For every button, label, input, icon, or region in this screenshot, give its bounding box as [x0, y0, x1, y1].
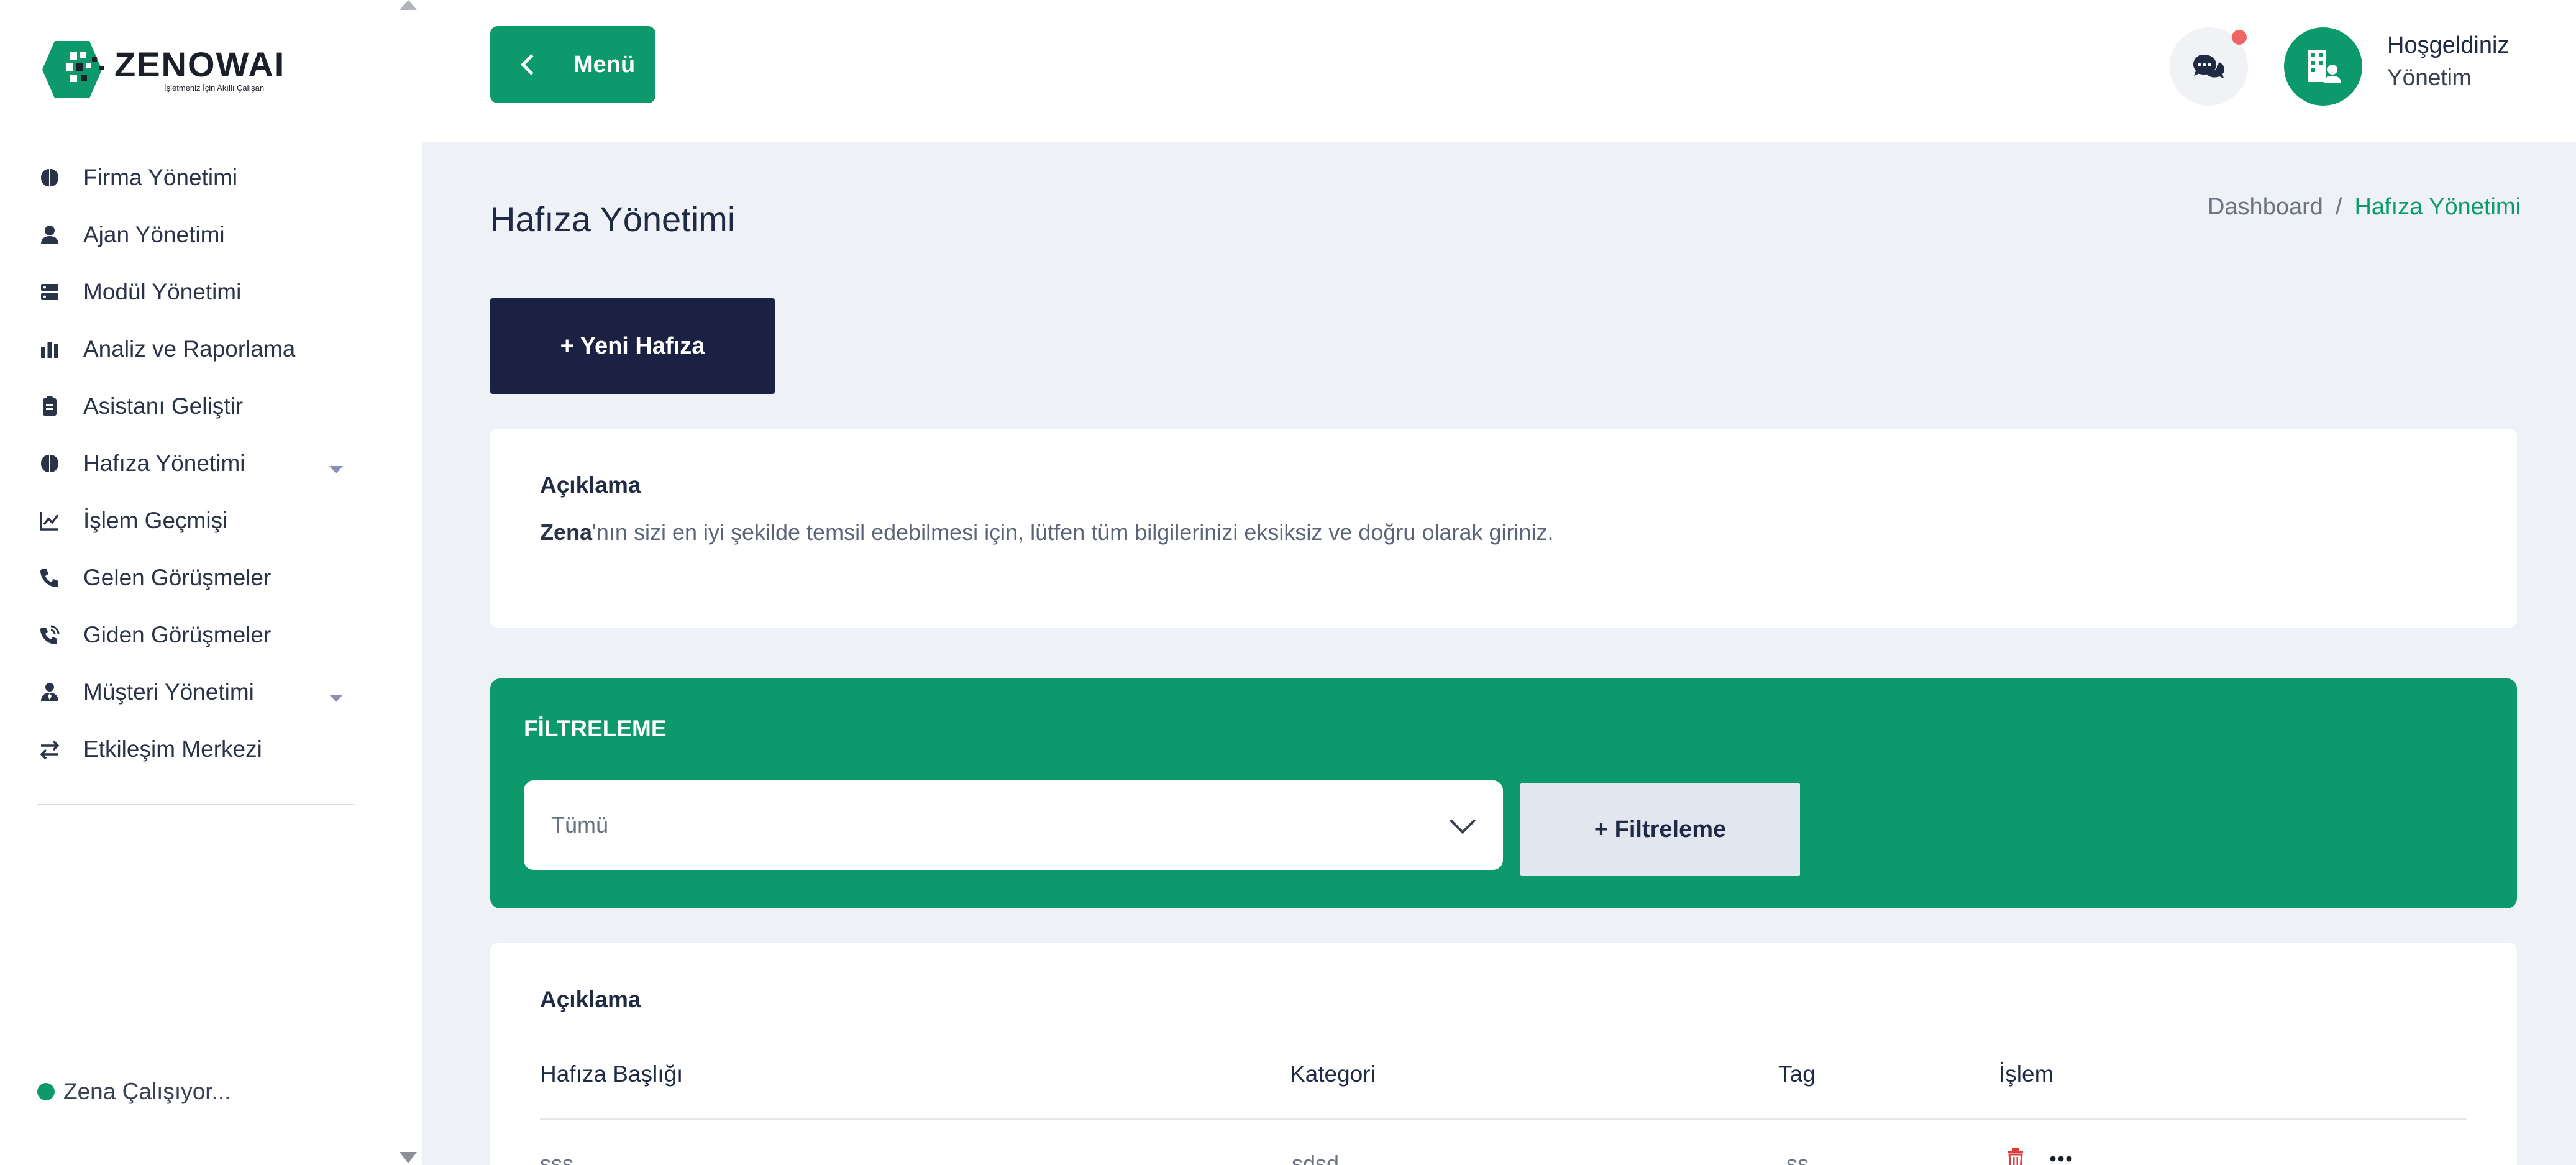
more-options-icon[interactable] — [2050, 1154, 2072, 1165]
filter-title: FİLTRELEME — [524, 716, 667, 741]
user-avatar[interactable] — [2284, 27, 2362, 106]
welcome-block: Hoşgeldiniz Yönetim — [2387, 30, 2509, 94]
user-tie-icon — [37, 680, 62, 705]
user-icon — [37, 222, 62, 247]
sidebar-item-label: Hafıza Yönetimi — [83, 450, 245, 476]
sidebar-item-ajan-yonetimi[interactable]: Ajan Yönetimi — [37, 206, 360, 263]
brand-tagline: İşletmeniz İçin Akıllı Çalışan — [164, 83, 265, 93]
cell-tag: ss — [1786, 1151, 1809, 1165]
column-header-category[interactable]: Kategori — [1290, 1061, 1376, 1087]
line-chart-icon — [37, 508, 62, 533]
sidebar-item-label: Müşteri Yönetimi — [83, 679, 254, 705]
clipboard-icon — [37, 394, 62, 419]
column-header-title[interactable]: Hafıza Başlığı — [540, 1061, 683, 1087]
sidebar-item-gelen-gorusmeler[interactable]: Gelen Görüşmeler — [37, 549, 360, 606]
sidebar-item-etkilesim-merkezi[interactable]: Etkileşim Merkezi — [37, 721, 360, 778]
menu-toggle-button[interactable]: Menü — [490, 26, 655, 103]
add-filter-button[interactable]: + Filtreleme — [1520, 783, 1800, 876]
brain-icon — [37, 165, 62, 190]
brand-name: ZENOWAI — [114, 44, 286, 84]
breadcrumb-current: Hafıza Yönetimi — [2354, 194, 2521, 220]
sidebar-item-asistani-gelistir[interactable]: Asistanı Geliştir — [37, 378, 360, 435]
server-icon — [37, 280, 62, 304]
sidebar-item-label: Ajan Yönetimi — [83, 222, 225, 247]
filter-select[interactable]: Tümü — [524, 780, 1503, 870]
description-highlight: Zena — [540, 519, 593, 545]
sidebar-item-label: İşlem Geçmişi — [83, 508, 228, 533]
sidebar-item-label: Gelen Görüşmeler — [83, 565, 272, 590]
sidebar-item-analiz-ve-raporlama[interactable]: Analiz ve Raporlama — [37, 321, 360, 378]
sidebar-item-islem-gecmisi[interactable]: İşlem Geçmişi — [37, 492, 360, 549]
phone-outgoing-icon — [37, 623, 62, 647]
chevron-left-icon — [521, 54, 542, 75]
trash-icon[interactable] — [2006, 1147, 2025, 1165]
table-row[interactable]: sss sdsd ss — [540, 1130, 2467, 1165]
filter-select-value: Tümü — [551, 812, 609, 838]
breadcrumb-separator: / — [2335, 194, 2342, 220]
breadcrumb: Dashboard / Hafıza Yönetimi — [2208, 194, 2521, 221]
chevron-down-icon[interactable] — [329, 466, 343, 473]
row-actions — [2006, 1147, 2072, 1165]
sidebar-item-giden-gorusmeler[interactable]: Giden Görüşmeler — [37, 606, 360, 664]
main-content: Hafıza Yönetimi Dashboard / Hafıza Yönet… — [422, 142, 2576, 1165]
cell-title: sss — [540, 1151, 573, 1165]
status-dot-icon — [37, 1083, 55, 1100]
sidebar-item-hafiza-yonetimi[interactable]: Hafıza Yönetimi — [37, 435, 360, 492]
chevron-down-icon — [1449, 807, 1476, 834]
sidebar: ZENOWAI İşletmeniz İçin Akıllı Çalışan F… — [0, 0, 422, 1165]
column-header-tag[interactable]: Tag — [1778, 1061, 1816, 1087]
welcome-text: Hoşgeldiniz — [2387, 32, 2510, 58]
column-header-action: İşlem — [1999, 1061, 2054, 1087]
filter-panel: FİLTRELEME Tümü + Filtreleme — [490, 678, 2517, 908]
user-role: Yönetim — [2387, 65, 2472, 90]
scroll-down-arrow[interactable] — [400, 1152, 417, 1163]
sidebar-item-label: Etkileşim Merkezi — [83, 736, 262, 762]
chevron-down-icon[interactable] — [329, 695, 343, 702]
sidebar-item-firma-yonetimi[interactable]: Firma Yönetimi — [37, 149, 360, 206]
bar-chart-icon — [37, 337, 62, 362]
top-header: Menü Hoşgeldiniz Yönetim — [422, 0, 2576, 142]
memory-table-card: Açıklama Hafıza Başlığı Kategori Tag İşl… — [490, 943, 2517, 1165]
building-user-icon — [2308, 50, 2341, 83]
sidebar-item-label: Analiz ve Raporlama — [83, 336, 296, 362]
sidebar-item-label: Giden Görüşmeler — [83, 622, 272, 647]
scroll-up-arrow[interactable] — [400, 0, 417, 10]
sidebar-item-musteri-yonetimi[interactable]: Müşteri Yönetimi — [37, 664, 360, 721]
sidebar-item-label: Firma Yönetimi — [83, 165, 238, 190]
table-card-title: Açıklama — [540, 987, 641, 1012]
description-text: Zena'nın sizi en iyi şekilde temsil edeb… — [540, 519, 1554, 546]
assistant-status: Zena Çalışıyor... — [37, 1079, 231, 1105]
sidebar-menu: Firma Yönetimi Ajan Yönetimi Modül Yönet… — [37, 149, 360, 778]
chat-icon — [2193, 55, 2224, 78]
page-title: Hafıza Yönetimi — [490, 199, 736, 239]
description-body: 'nın sizi en iyi şekilde temsil edebilme… — [592, 519, 1554, 545]
brand-logo[interactable]: ZENOWAI İşletmeniz İçin Akıllı Çalışan — [37, 39, 298, 101]
sidebar-item-label: Modül Yönetimi — [83, 279, 242, 304]
description-title: Açıklama — [540, 472, 641, 498]
table-header: Hafıza Başlığı Kategori Tag İşlem — [540, 1061, 2467, 1120]
breadcrumb-dashboard-link[interactable]: Dashboard — [2208, 194, 2323, 221]
sidebar-divider — [37, 804, 354, 805]
new-memory-button[interactable]: + Yeni Hafıza — [490, 298, 775, 394]
cell-category: sdsd — [1292, 1151, 1340, 1165]
brain-icon — [37, 451, 62, 476]
sidebar-item-label: Asistanı Geliştir — [83, 393, 244, 419]
description-card: Açıklama Zena'nın sizi en iyi şekilde te… — [490, 429, 2517, 628]
notification-badge — [2232, 30, 2247, 45]
status-label: Zena Çalışıyor... — [63, 1079, 231, 1104]
swap-icon — [37, 737, 62, 762]
logo-mark-icon — [37, 39, 112, 101]
phone-icon — [37, 565, 62, 590]
menu-button-label: Menü — [573, 51, 636, 78]
sidebar-item-modul-yonetimi[interactable]: Modül Yönetimi — [37, 263, 360, 321]
